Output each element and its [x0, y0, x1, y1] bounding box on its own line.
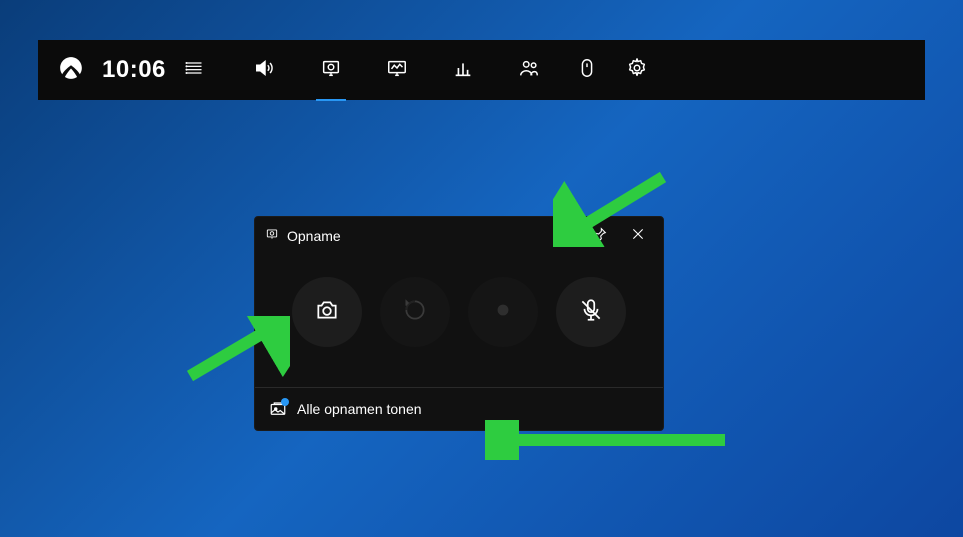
toolbar-left-group: 10:06	[38, 40, 224, 100]
gallery-icon	[269, 400, 287, 418]
audio-button[interactable]	[232, 40, 298, 100]
game-bar-toolbar: 10:06	[38, 40, 925, 100]
show-all-captures-button[interactable]: Alle opnamen tonen	[255, 387, 663, 430]
widgets-menu-icon[interactable]	[184, 58, 204, 83]
xbox-icon[interactable]	[58, 55, 84, 86]
screenshot-button[interactable]	[292, 277, 362, 347]
record-last-button[interactable]	[380, 277, 450, 347]
panel-title: Opname	[287, 228, 577, 244]
gear-icon	[626, 57, 648, 84]
performance-button[interactable]	[364, 40, 430, 100]
show-all-captures-label: Alle opnamen tonen	[297, 401, 422, 417]
settings-button[interactable]	[612, 40, 662, 100]
pin-button[interactable]	[585, 221, 615, 251]
social-button[interactable]	[496, 40, 562, 100]
clock-time: 10:06	[102, 56, 166, 84]
mouse-button[interactable]	[562, 40, 612, 100]
speaker-icon	[254, 57, 276, 84]
toolbar-widgets	[232, 40, 662, 100]
people-icon	[518, 57, 540, 84]
close-icon	[630, 226, 646, 247]
bar-chart-icon	[452, 57, 474, 84]
capture-icon	[265, 227, 279, 246]
capture-button[interactable]	[298, 40, 364, 100]
capture-panel: Opname	[254, 216, 664, 431]
mic-toggle-button[interactable]	[556, 277, 626, 347]
panel-body	[255, 255, 663, 387]
chart-button[interactable]	[430, 40, 496, 100]
mic-off-icon	[578, 297, 604, 328]
capture-icon	[320, 57, 342, 84]
panel-header: Opname	[255, 217, 663, 255]
camera-icon	[314, 297, 340, 328]
pin-icon	[592, 226, 608, 247]
record-last-icon	[402, 297, 428, 328]
notification-dot	[281, 398, 289, 406]
performance-icon	[386, 57, 408, 84]
record-dot-icon	[490, 297, 516, 328]
mouse-icon	[576, 57, 598, 84]
start-record-button[interactable]	[468, 277, 538, 347]
close-button[interactable]	[623, 221, 653, 251]
